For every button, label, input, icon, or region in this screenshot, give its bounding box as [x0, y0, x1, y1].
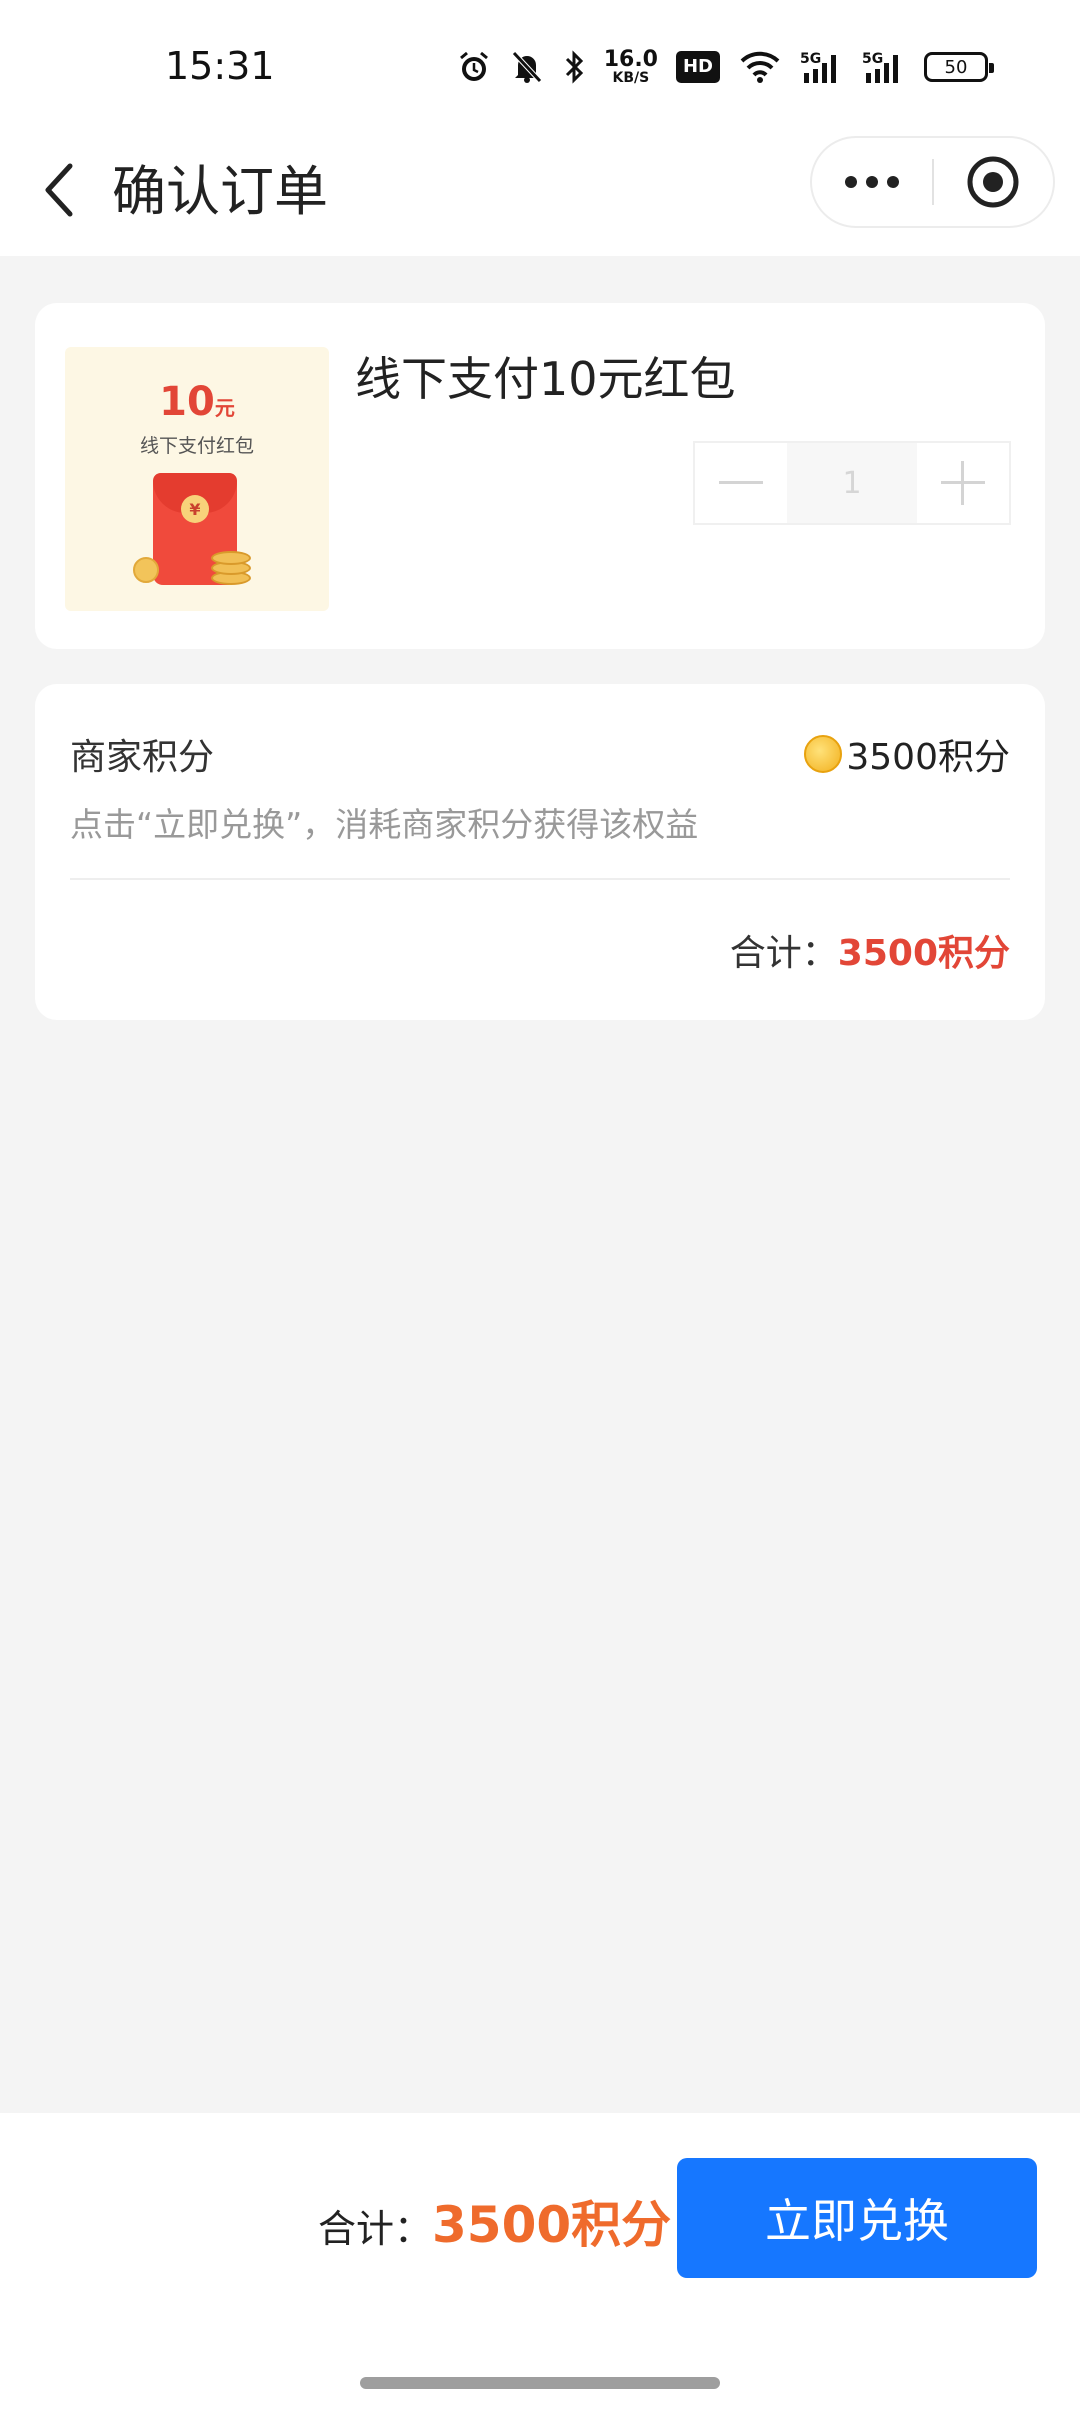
navigation-bar: 确认订单	[0, 130, 1080, 256]
quantity-stepper: 1	[693, 441, 1011, 525]
wifi-icon	[738, 49, 782, 85]
chevron-left-icon	[45, 163, 73, 217]
status-bar: 15:31 16.0 KB/S HD 5G 5G 50	[0, 0, 1080, 130]
network-speed: 16.0 KB/S	[603, 47, 658, 86]
more-button[interactable]	[812, 138, 932, 226]
thumbnail-caption: 线下支付红包	[139, 435, 254, 457]
plus-icon	[941, 461, 985, 505]
home-indicator[interactable]	[360, 2377, 720, 2389]
increase-button[interactable]	[917, 443, 1009, 523]
bottom-total-value: 3500积分	[432, 2196, 672, 2254]
bottom-total: 合计： 3500积分	[318, 2185, 671, 2257]
mute-bell-icon	[510, 49, 544, 85]
gold-coin-icon	[804, 735, 843, 773]
svg-text:5G: 5G	[862, 51, 883, 67]
bottom-action-bar: 合计： 3500积分 立即兑换	[0, 2113, 1080, 2412]
status-time: 15:31	[165, 44, 275, 88]
card-total: 合计： 3500积分	[730, 924, 1010, 976]
redeem-now-button[interactable]: 立即兑换	[677, 2158, 1037, 2278]
points-cost-value: 3500积分	[846, 737, 1010, 778]
coin-icon	[133, 557, 159, 583]
redeem-hint: 点击“立即兑换”，消耗商家积分获得该权益	[70, 805, 699, 844]
minus-icon	[719, 481, 763, 484]
coin-stack-icon	[211, 551, 251, 565]
bottom-total-label: 合计：	[318, 2207, 433, 2251]
target-circle-icon	[967, 156, 1019, 208]
hd-voice-icon: HD	[675, 51, 720, 83]
product-card: 10元 线下支付红包 ¥ 线下支付10元红包 1	[35, 303, 1045, 649]
divider	[70, 878, 1010, 880]
quantity-value: 1	[787, 443, 917, 523]
alarm-icon	[456, 49, 492, 85]
status-icons: 16.0 KB/S HD 5G 5G 50	[456, 44, 994, 90]
product-title: 线下支付10元红包	[355, 352, 736, 406]
points-cost: 3500积分	[804, 728, 1010, 780]
signal-5g-icon-2: 5G	[862, 49, 906, 85]
mini-program-capsule	[810, 136, 1055, 228]
battery-icon: 50	[924, 52, 994, 82]
svg-text:5G: 5G	[800, 51, 821, 67]
more-dots-icon	[844, 176, 899, 188]
card-total-value: 3500积分	[837, 933, 1010, 974]
bluetooth-icon	[562, 49, 586, 85]
card-total-label: 合计：	[729, 933, 838, 974]
thumbnail-amount: 10元	[159, 379, 235, 425]
envelope-seal-icon: ¥	[181, 495, 209, 523]
close-mini-program-button[interactable]	[934, 138, 1054, 226]
merchant-points-label: 商家积分	[70, 737, 215, 778]
signal-5g-icon-1: 5G	[800, 49, 844, 85]
points-card: 商家积分 3500积分 点击“立即兑换”，消耗商家积分获得该权益 合计： 350…	[35, 684, 1045, 1020]
decrease-button[interactable]	[695, 443, 787, 523]
back-button[interactable]	[30, 150, 90, 230]
page-title: 确认订单	[112, 160, 328, 223]
product-thumbnail: 10元 线下支付红包 ¥	[65, 347, 329, 611]
